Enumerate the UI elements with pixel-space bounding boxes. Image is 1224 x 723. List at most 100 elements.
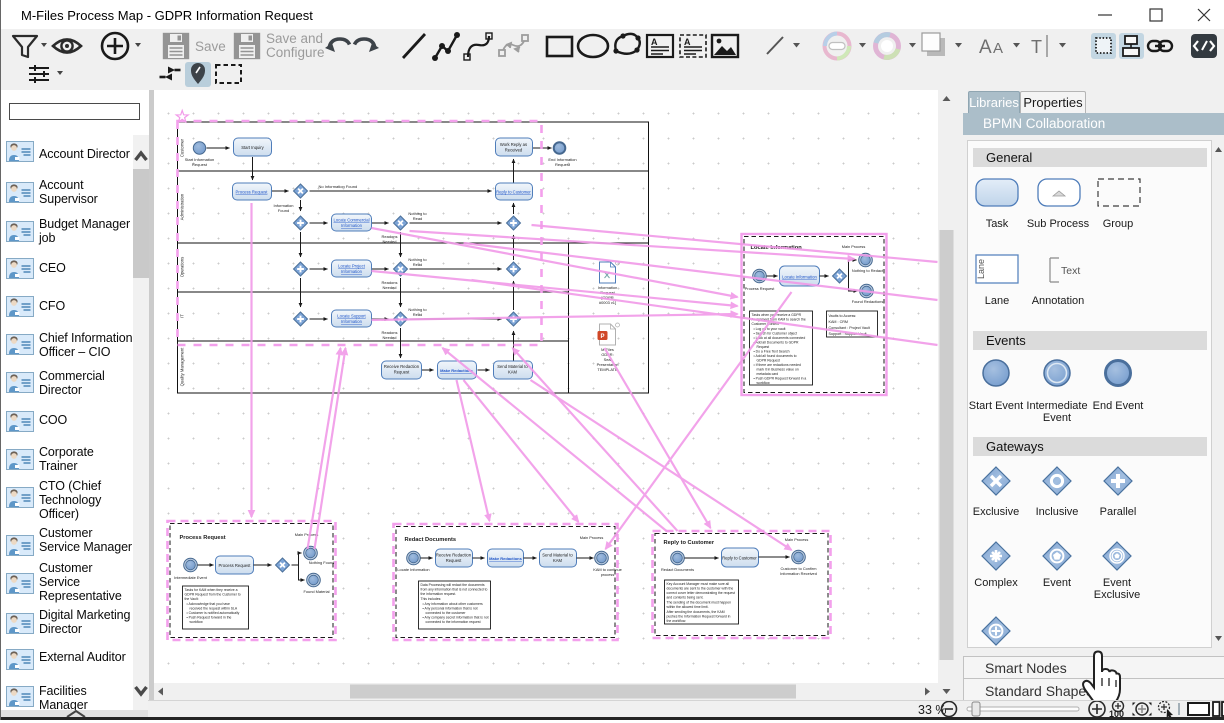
svg-text:from any information that is n: from any information that is not connect…	[420, 588, 487, 592]
svg-text:Needed: Needed	[382, 285, 396, 290]
svg-text:within the allowed time limit.: within the allowed time limit.	[666, 605, 708, 609]
svg-text:• Any company secret informat: • Any company secret information that is…	[422, 616, 488, 620]
svg-text:Vaults to Access:: Vaults to Access:	[828, 314, 856, 318]
svg-text:Information Received: Information Received	[780, 571, 817, 576]
svg-text:Receive Redaction: Receive Redaction	[435, 553, 471, 558]
svg-text:Read: Read	[412, 262, 422, 267]
svg-text:Locate Information: Locate Information	[397, 567, 429, 572]
svg-text:Nothing to Redact: Nothing to Redact	[851, 268, 883, 273]
svg-text:the information request.: the information request.	[420, 592, 456, 596]
svg-text:received the request within SL: received the request within SLA	[189, 607, 237, 611]
svg-text:Found Redactions: Found Redactions	[851, 299, 883, 304]
svg-text:Send Material to: Send Material to	[497, 364, 528, 369]
svg-text:Main Process: Main Process	[841, 244, 865, 249]
svg-text:• Any information about other: • Any information about other customers	[422, 602, 482, 606]
svg-text:workflow: workflow	[189, 620, 203, 624]
svg-text:Received: Received	[504, 148, 522, 153]
svg-text:Redact Documents: Redact Documents	[404, 537, 456, 543]
svg-text:Main Process: Main Process	[294, 532, 318, 537]
svg-text:and contents being sent.: and contents being sent.	[666, 596, 703, 600]
svg-text:• Add all Documents to GDPR: • Add all Documents to GDPR	[753, 341, 798, 345]
svg-text:IT: IT	[179, 314, 184, 318]
svg-text:documents are sent to the cust: documents are sent to the customer with …	[666, 587, 733, 591]
svg-text:KAM : CRM: KAM : CRM	[828, 320, 847, 324]
svg-text:Send Material to: Send Material to	[542, 553, 573, 558]
svg-text:Data Processing will redact th: Data Processing will redact the document…	[420, 583, 484, 587]
svg-text:Request: Request	[393, 370, 409, 375]
svg-text:Consultant : Project Vault: Consultant : Project Vault	[828, 326, 869, 330]
svg-text:the workflow.: the workflow.	[666, 619, 686, 623]
svg-text:Key Account Manager must make: Key Account Manager must make sure all	[666, 582, 729, 586]
svg-text:Read: Read	[412, 216, 422, 221]
svg-text:T: T	[1031, 37, 1042, 57]
svg-text:GDPR Request from the Customer: GDPR Request from the Customer to	[184, 593, 240, 597]
svg-text:Save: Save	[195, 39, 226, 54]
svg-text:correct cover letter demonstr: correct cover letter demonstrating the r…	[666, 591, 734, 595]
svg-text:• Log on to your vault: • Log on to your vault	[753, 327, 785, 331]
svg-text:• Customer is notified automa: • Customer is notified automatically	[186, 611, 239, 615]
svg-text:After sending the documents, t: After sending the documents, the KAM	[666, 610, 724, 614]
svg-text:Process Request: Process Request	[235, 190, 268, 195]
svg-text:KAM: KAM	[507, 370, 517, 375]
svg-text:pushes the Information Request: pushes the Information Request forward i…	[666, 615, 730, 619]
svg-text:Found Material: Found Material	[303, 589, 329, 594]
svg-text:Reply to Customer: Reply to Customer	[496, 190, 531, 195]
svg-text:workflow: workflow	[756, 381, 770, 385]
svg-text:GDPR Request: GDPR Request	[756, 359, 779, 363]
svg-text:A: A	[684, 37, 691, 47]
svg-text:Redact Documents: Redact Documents	[660, 567, 693, 572]
svg-text:Information: Information	[341, 319, 363, 324]
svg-text:No Information Found: No Information Found	[318, 184, 357, 189]
svg-text:• If there are redactions nee: • If there are redactions needed	[753, 363, 800, 367]
svg-text:process: process	[600, 572, 614, 577]
svg-text:P: P	[600, 334, 604, 340]
svg-text:Make Redactions: Make Redactions	[489, 556, 522, 561]
svg-text:Process Request: Process Request	[744, 286, 775, 291]
svg-text:Process Request: Process Request	[218, 563, 251, 568]
svg-text:• Do a Free Text Search: • Do a Free Text Search	[753, 350, 789, 354]
svg-text:Reply to Customer: Reply to Customer	[722, 556, 757, 561]
svg-text:Needed: Needed	[382, 239, 396, 244]
svg-text:The sending of the document mu: The sending of the document must happen	[666, 601, 731, 605]
svg-text:• Push Request forward in the: • Push Request forward in the	[186, 616, 231, 620]
svg-text:Nothing Found: Nothing Found	[308, 560, 334, 565]
svg-text:Lane: Lane	[976, 259, 986, 279]
svg-text:Request: Request	[555, 162, 571, 167]
svg-text:A: A	[993, 40, 1003, 57]
svg-text:A: A	[651, 37, 658, 47]
svg-text:Request: Request	[756, 345, 769, 349]
svg-text:Reply to Customer: Reply to Customer	[663, 540, 714, 546]
svg-text:• Any personal information th: • Any personal information that is not	[422, 607, 477, 611]
svg-text:KAM: KAM	[552, 558, 562, 563]
svg-text:Locate Commercial: Locate Commercial	[333, 218, 369, 223]
svg-text:connected to the information r: connected to the information request	[425, 620, 480, 624]
svg-text:• Push GDPR Request forward i: • Push GDPR Request forward in a	[753, 377, 806, 381]
svg-text:Quality Management: Quality Management	[179, 347, 184, 386]
svg-text:Work Reply as: Work Reply as	[499, 142, 526, 147]
svg-text:mark it in Business value on: mark it in Business value on	[756, 368, 798, 372]
svg-text:connected to the customer: connected to the customer	[425, 611, 466, 615]
svg-text:Intermediate Event: Intermediate Event	[174, 575, 208, 580]
svg-text:Request: Request	[445, 558, 461, 563]
svg-text:Text: Text	[1061, 265, 1080, 277]
svg-text:Found: Found	[277, 208, 288, 213]
svg-text:Start Inquiry: Start Inquiry	[241, 145, 264, 150]
svg-text:Receive Redaction: Receive Redaction	[383, 364, 419, 369]
svg-text:Tasks for KAM when they receiv: Tasks for KAM when they receive a	[184, 588, 237, 592]
svg-text:Main Process: Main Process	[579, 535, 603, 540]
svg-text:This includes:: This includes:	[420, 597, 441, 601]
svg-text:Customer: Customer	[179, 138, 184, 157]
svg-text:the Vault:: the Vault:	[184, 597, 198, 601]
svg-text:Information: Information	[341, 269, 363, 274]
svg-text:Locate Information: Locate Information	[782, 275, 817, 280]
svg-text:Information: Information	[341, 223, 363, 228]
svg-text:Locate Support: Locate Support	[337, 314, 366, 319]
svg-text:• Acknowledge that you have: • Acknowledge that you have	[186, 602, 230, 606]
svg-text:Operations: Operations	[179, 257, 184, 277]
svg-text:A: A	[979, 37, 992, 58]
svg-text:Configure: Configure	[266, 45, 325, 60]
svg-text:Read: Read	[412, 312, 422, 317]
svg-text:metadata card: metadata card	[756, 372, 778, 376]
svg-text:Needed: Needed	[382, 335, 396, 340]
svg-text:Process Request: Process Request	[179, 535, 225, 541]
